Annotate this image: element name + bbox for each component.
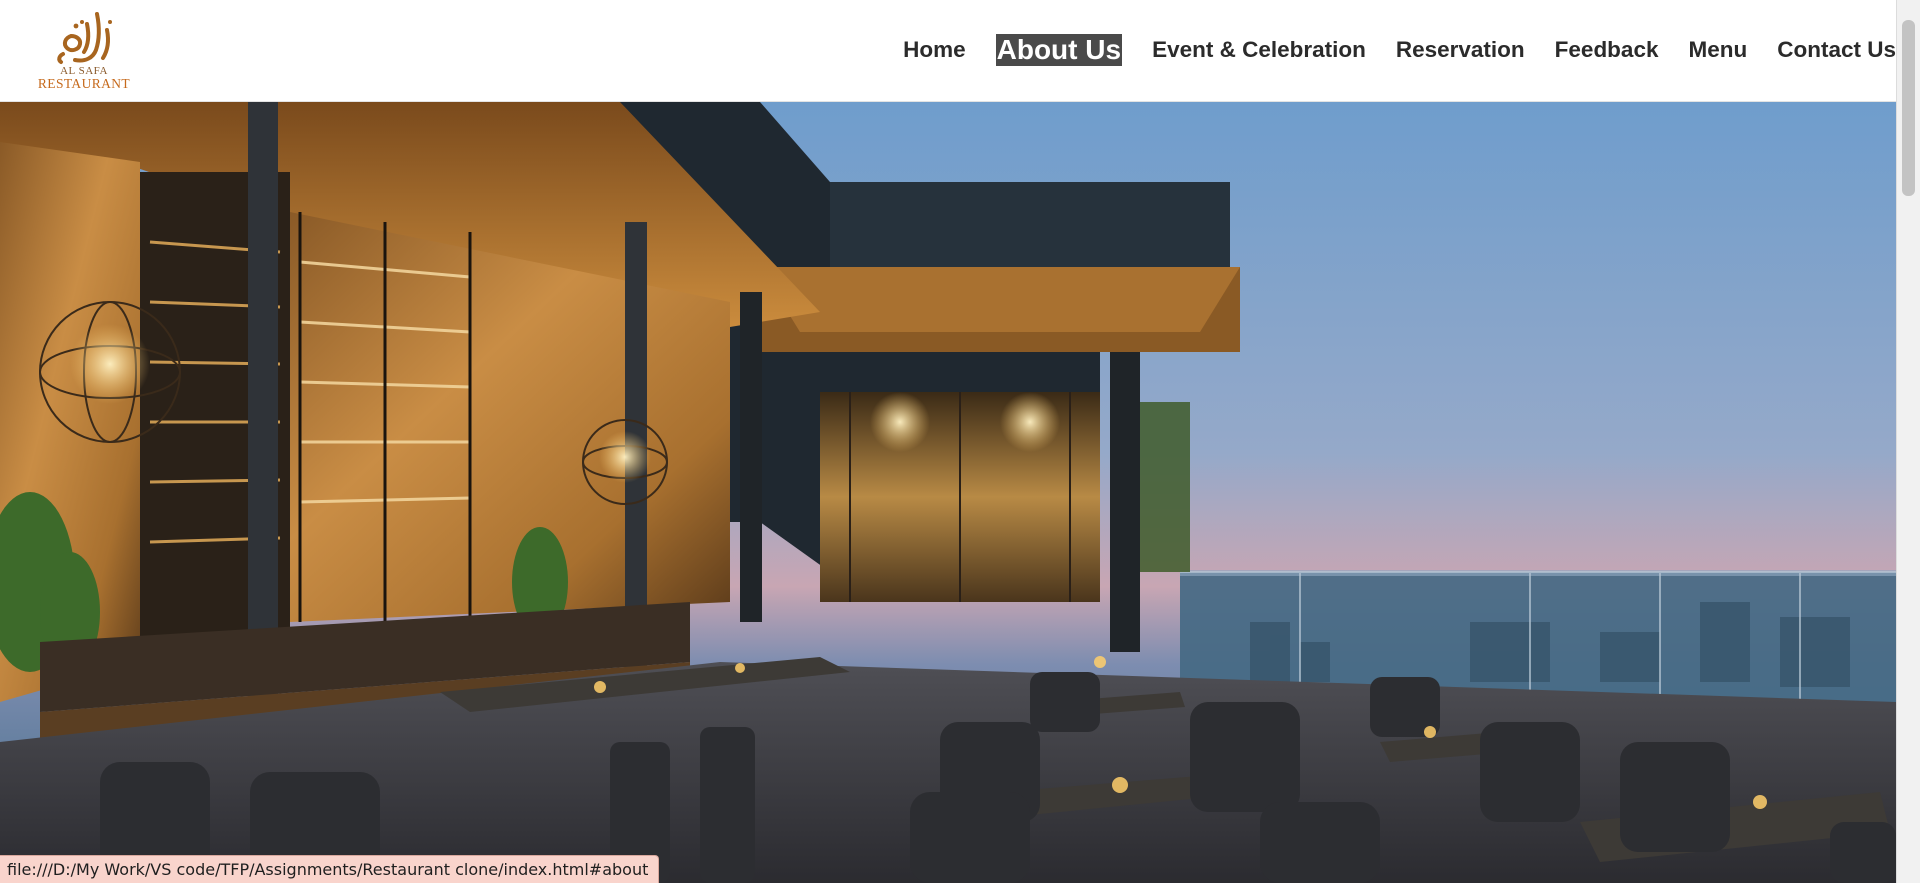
nav-about-us[interactable]: About Us	[995, 34, 1123, 66]
nav-event-celebration[interactable]: Event & Celebration	[1152, 37, 1366, 63]
scrollbar-thumb[interactable]	[1902, 20, 1915, 196]
nav-menu[interactable]: Menu	[1688, 37, 1747, 63]
logo-name-line2: RESTAURANT	[37, 76, 131, 91]
hero-image	[0, 102, 1896, 883]
link-status-bar: file:///D:/My Work/VS code/TFP/Assignmen…	[0, 855, 660, 883]
restaurant-logo[interactable]: AL SAFA RESTAURANT	[32, 10, 136, 96]
main-nav: Home About Us Event & Celebration Reserv…	[903, 33, 1896, 67]
page: AL SAFA RESTAURANT Home About Us Event &…	[0, 0, 1896, 883]
rooftop-restaurant-photo	[0, 102, 1896, 883]
nav-home[interactable]: Home	[903, 37, 966, 63]
vertical-scrollbar[interactable]	[1896, 0, 1920, 883]
nav-contact-us[interactable]: Contact Us	[1777, 37, 1896, 63]
nav-reservation[interactable]: Reservation	[1396, 37, 1525, 63]
site-header: AL SAFA RESTAURANT Home About Us Event &…	[0, 0, 1896, 102]
nav-feedback[interactable]: Feedback	[1555, 37, 1659, 63]
calligraphy-logo-icon	[57, 12, 112, 64]
